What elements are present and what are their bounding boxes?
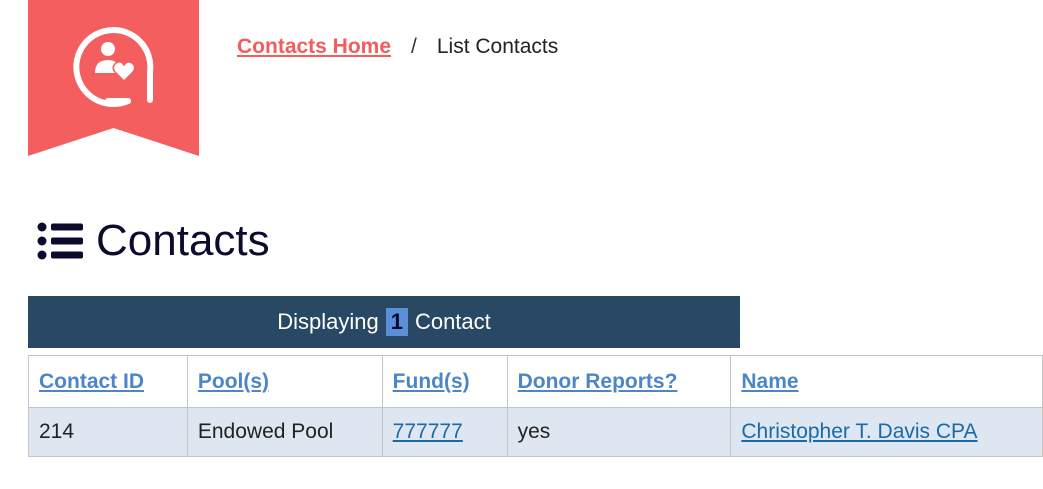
breadcrumb-separator: /	[411, 35, 417, 58]
result-count-banner: Displaying 1 Contact	[28, 296, 740, 348]
cell-donor-reports: yes	[506, 407, 732, 457]
banner-suffix: Contact	[414, 309, 491, 334]
breadcrumb-current: List Contacts	[436, 35, 559, 58]
fund-link[interactable]: 777777	[393, 420, 463, 443]
column-header-funds: Fund(s)	[381, 355, 508, 408]
breadcrumb-home-link[interactable]: Contacts Home	[237, 35, 391, 59]
table-header-row: Contact ID Pool(s) Fund(s) Donor Reports…	[28, 355, 1043, 408]
column-header-contact-id: Contact ID	[28, 355, 188, 408]
contacts-table: Contact ID Pool(s) Fund(s) Donor Reports…	[28, 355, 1043, 457]
sort-funds-link[interactable]: Fund(s)	[393, 370, 470, 393]
sort-contact-id-link[interactable]: Contact ID	[39, 370, 144, 393]
cell-name: Christopher T. Davis CPA	[730, 407, 1043, 457]
result-count-badge: 1	[385, 308, 408, 336]
banner-prefix: Displaying	[277, 309, 379, 334]
breadcrumb: Contacts Home / List Contacts	[237, 35, 558, 59]
column-header-donor-reports: Donor Reports?	[506, 355, 732, 408]
table-row: 214 Endowed Pool 777777 yes Christopher …	[28, 407, 1043, 457]
cell-funds: 777777	[381, 407, 508, 457]
page-heading: Contacts	[36, 214, 270, 268]
list-icon	[37, 222, 83, 260]
column-header-name: Name	[730, 355, 1043, 408]
sort-name-link[interactable]: Name	[741, 370, 798, 393]
cell-contact-id: 214	[28, 407, 188, 457]
cell-pools: Endowed Pool	[186, 407, 383, 457]
sort-donor-reports-link[interactable]: Donor Reports?	[518, 370, 678, 393]
contact-heart-icon	[28, 0, 199, 156]
page-title: Contacts	[96, 216, 270, 265]
page: Contacts Home / List Contacts Contacts D…	[0, 0, 1043, 489]
column-header-pools: Pool(s)	[186, 355, 383, 408]
app-logo-ribbon[interactable]	[28, 0, 199, 156]
contact-name-link[interactable]: Christopher T. Davis CPA	[741, 420, 977, 443]
sort-pools-link[interactable]: Pool(s)	[198, 370, 269, 393]
